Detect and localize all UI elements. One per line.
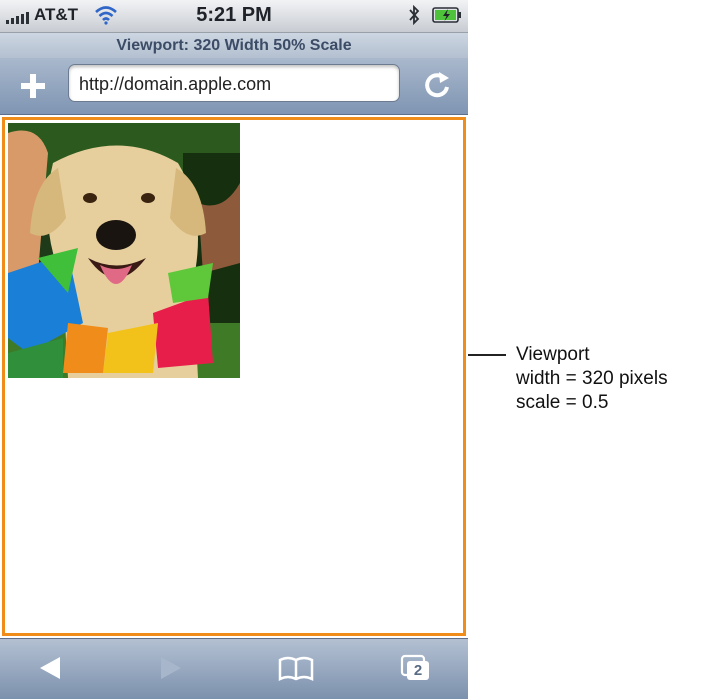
callout-line-2: width = 320 pixels bbox=[516, 368, 668, 389]
bluetooth-icon bbox=[409, 5, 420, 25]
url-input[interactable]: http://domain.apple.com bbox=[68, 64, 400, 102]
clock: 5:21 PM bbox=[196, 4, 272, 26]
back-icon[interactable] bbox=[36, 653, 66, 683]
page-title: Viewport: 320 Width 50% Scale bbox=[0, 33, 468, 58]
viewport-frame bbox=[2, 117, 466, 636]
forward-icon[interactable] bbox=[155, 653, 185, 683]
iphone-screen: AT&T 5:21 PM Viewport: 320 Width 50% Sca… bbox=[0, 0, 468, 699]
bookmarks-icon[interactable] bbox=[276, 653, 316, 683]
address-bar: http://domain.apple.com bbox=[0, 58, 468, 115]
status-bar: AT&T 5:21 PM bbox=[0, 0, 468, 33]
pages-button[interactable]: 2 bbox=[398, 653, 434, 683]
callout-line-1: Viewport bbox=[516, 344, 590, 365]
battery-icon bbox=[432, 7, 461, 23]
viewport-callout: Viewport width = 320 pixels scale = 0.5 bbox=[516, 343, 668, 415]
dog-photo bbox=[8, 123, 240, 378]
callout-line-3: scale = 0.5 bbox=[516, 392, 609, 413]
callout-leader-line bbox=[468, 354, 506, 356]
bottom-toolbar: 2 bbox=[0, 638, 468, 699]
tab-count: 2 bbox=[413, 662, 423, 679]
reload-button[interactable] bbox=[420, 68, 454, 102]
add-bookmark-button[interactable] bbox=[16, 69, 50, 103]
